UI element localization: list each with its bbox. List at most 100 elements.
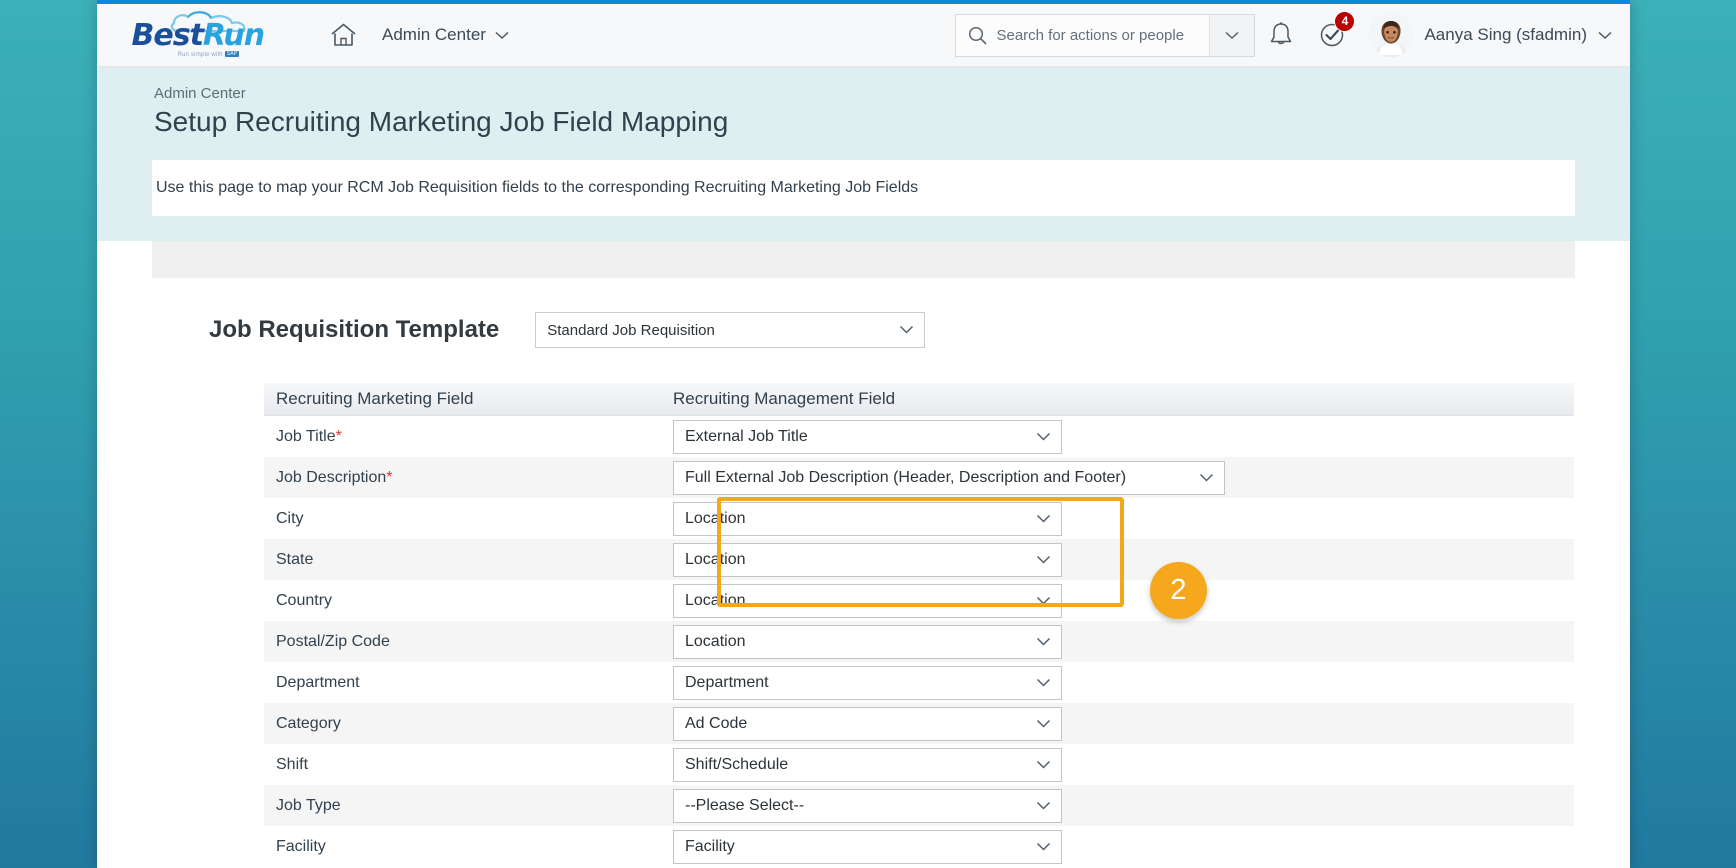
mapping-select-value: Full External Job Description (Header, D…: [685, 468, 1127, 486]
row-field-label: Shift: [276, 755, 309, 773]
row-field-label: Category: [276, 714, 341, 732]
row-field-label: City: [276, 509, 304, 527]
row-field-label: Postal/Zip Code: [276, 632, 390, 650]
search-icon: [969, 26, 988, 45]
brand-logo[interactable]: BestRun Run simple with SAP: [97, 4, 290, 66]
mapping-select-value: Shift/Schedule: [685, 755, 789, 773]
mapping-select-shift[interactable]: Shift/Schedule: [673, 747, 1062, 782]
logo-best-text: Best: [131, 18, 204, 53]
row-control-cell: Ad Code: [673, 706, 1574, 741]
logo-run-text: Run: [202, 18, 265, 53]
mapping-select-value: --Please Select--: [685, 796, 805, 814]
main-content-card: Job Requisition Template Standard Job Re…: [152, 241, 1575, 868]
nav-label: Admin Center: [382, 25, 486, 44]
table-row: Shift Shift/Schedule: [264, 744, 1574, 785]
mapping-select-value: Location: [685, 591, 746, 609]
row-control-cell: Department: [673, 665, 1574, 700]
row-control-cell: External Job Title: [673, 419, 1574, 454]
logo-tagline-text: Run simple with: [177, 52, 223, 58]
page-title-band: Admin Center Setup Recruiting Marketing …: [97, 67, 1630, 160]
band-spacer: [97, 216, 1630, 241]
user-name-label: Aanya Sing (sfadmin): [1424, 25, 1587, 44]
table-row: City Location: [264, 498, 1574, 539]
table-row: Job Description* Full External Job Descri…: [264, 457, 1574, 498]
mapping-select-job-type[interactable]: --Please Select--: [673, 788, 1062, 823]
breadcrumb[interactable]: Admin Center: [154, 85, 1630, 102]
row-control-cell: Location: [673, 542, 1574, 577]
application-window: BestRun Run simple with SAP Admin Center: [97, 0, 1630, 868]
job-requisition-template-select[interactable]: Standard Job Requisition: [535, 312, 926, 348]
mapping-select-category[interactable]: Ad Code: [673, 706, 1062, 741]
mapping-select-city[interactable]: Location: [673, 501, 1062, 536]
row-field-label: Department: [276, 673, 360, 691]
search-input[interactable]: Search for actions or people: [956, 15, 1209, 56]
table-row: State Location: [264, 539, 1574, 580]
search-dropdown-button[interactable]: [1209, 14, 1255, 56]
todo-button[interactable]: 4: [1307, 4, 1359, 67]
row-field-label: State: [276, 550, 314, 568]
chevron-down-icon: [1036, 678, 1051, 687]
row-control-cell: Full External Job Description (Header, D…: [673, 460, 1574, 495]
mapping-select-state[interactable]: Location: [673, 542, 1062, 577]
mapping-select-value: Location: [685, 550, 746, 568]
table-row: Job Type --Please Select--: [264, 785, 1574, 826]
nav-admin-center[interactable]: Admin Center: [382, 25, 509, 45]
global-header: BestRun Run simple with SAP Admin Center: [97, 4, 1630, 67]
card-toolbar-strip: [152, 241, 1575, 278]
row-control-cell: Location: [673, 501, 1574, 536]
table-body: Job Title* External Job Title Job Descript…: [264, 416, 1574, 867]
chevron-down-icon: [1036, 719, 1051, 728]
required-asterisk: *: [386, 468, 393, 486]
table-row: Job Title* External Job Title: [264, 416, 1574, 457]
home-icon[interactable]: [326, 18, 360, 52]
chevron-down-icon: [1199, 473, 1214, 482]
table-row: Category Ad Code: [264, 703, 1574, 744]
chevron-down-icon: [1036, 801, 1051, 810]
mapping-select-department[interactable]: Department: [673, 665, 1062, 700]
mapping-select-value: Location: [685, 509, 746, 527]
chevron-down-icon: [1036, 596, 1051, 605]
chevron-down-icon: [1036, 637, 1051, 646]
mapping-select-value: Ad Code: [685, 714, 748, 732]
mapping-select-job-title[interactable]: External Job Title: [673, 419, 1062, 454]
sap-badge: SAP: [224, 51, 240, 57]
mapping-select-value: External Job Title: [685, 427, 808, 445]
table-header-row: Recruiting Marketing Field Recruiting Ma…: [264, 383, 1574, 416]
mapping-select-facility[interactable]: Facility: [673, 829, 1062, 864]
search-placeholder: Search for actions or people: [996, 26, 1185, 44]
row-field-label: Job Title*: [276, 427, 342, 445]
mapping-select-value: Department: [685, 673, 769, 691]
mapping-select-postal-zip-code[interactable]: Location: [673, 624, 1062, 659]
row-field-label: Facility: [276, 837, 326, 855]
table-row: Department Department: [264, 662, 1574, 703]
mapping-select-value: Facility: [685, 837, 735, 855]
info-banner: Use this page to map your RCM Job Requis…: [152, 160, 1575, 216]
info-banner-text: Use this page to map your RCM Job Requis…: [156, 179, 919, 196]
logo-wordmark: BestRun: [131, 18, 266, 53]
bell-icon: [1271, 22, 1292, 45]
mapping-select-country[interactable]: Location: [673, 583, 1062, 618]
row-control-cell: --Please Select--: [673, 788, 1574, 823]
column-header-marketing-field: Recruiting Marketing Field: [276, 389, 474, 408]
header-right-cluster: Search for actions or people 4 Aanya Sin…: [955, 4, 1630, 66]
user-menu[interactable]: Aanya Sing (sfadmin): [1359, 4, 1630, 66]
row-field-label: Job Description*: [276, 468, 393, 486]
todo-count-badge: 4: [1334, 10, 1356, 32]
row-control-cell: Location: [673, 583, 1574, 618]
avatar: [1369, 13, 1414, 57]
annotation-step-badge: 2: [1150, 562, 1207, 619]
mapping-select-job-description[interactable]: Full External Job Description (Header, D…: [673, 460, 1225, 495]
required-asterisk: *: [335, 427, 342, 445]
chevron-down-icon: [1598, 31, 1612, 39]
chevron-down-icon: [1225, 31, 1239, 39]
avatar-photo: [1369, 13, 1414, 57]
chevron-down-icon: [495, 31, 509, 39]
chevron-down-icon: [1036, 514, 1051, 523]
search-box[interactable]: Search for actions or people: [955, 13, 1256, 57]
row-field-label: Job Type: [276, 796, 341, 814]
chevron-down-icon: [1036, 432, 1051, 441]
row-control-cell: Location: [673, 624, 1574, 659]
row-control-cell: Shift/Schedule: [673, 747, 1574, 782]
section-title: Job Requisition Template: [209, 316, 500, 343]
notifications-button[interactable]: [1255, 4, 1307, 67]
